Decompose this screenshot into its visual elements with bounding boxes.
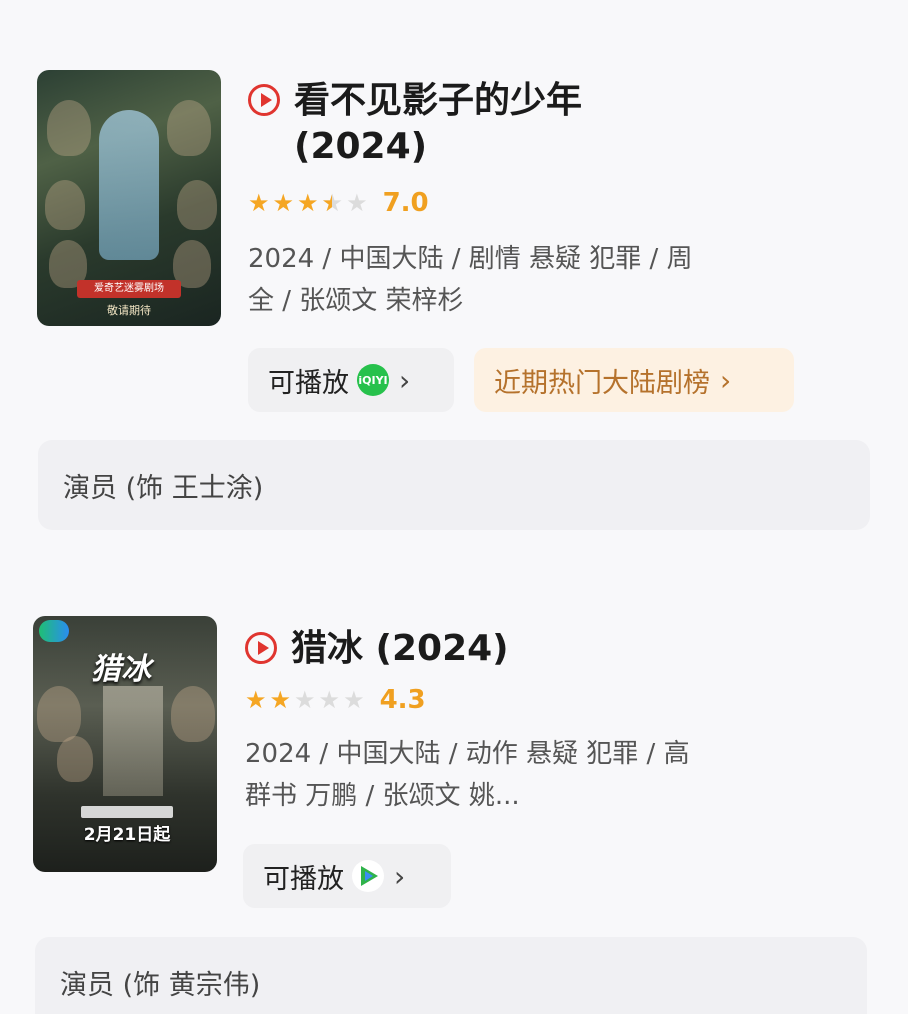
poster-title: 猎冰 bbox=[91, 652, 151, 687]
chevron-right-icon: › bbox=[720, 363, 732, 397]
star-empty-icon: ★ bbox=[343, 686, 365, 714]
playable-label: 可播放 bbox=[268, 367, 349, 399]
poster-figure bbox=[57, 736, 93, 782]
star-empty-icon: ★ bbox=[294, 686, 316, 714]
result-card[interactable]: 猎冰 2月21日起 猎冰 (2024) ★ ★ ★ ★ ★ 4.3 2024 /… bbox=[0, 560, 908, 1014]
item-meta: 2024 / 中国大陆 / 剧情 悬疑 犯罪 / 周全 / 张颂文 荣梓杉 bbox=[248, 244, 693, 316]
poster-silhouette bbox=[99, 110, 159, 260]
poster-banner: 爱奇艺迷雾剧场 bbox=[77, 280, 181, 298]
title-row[interactable]: 看不见影子的少年 (2024) bbox=[248, 78, 688, 170]
poster-image[interactable]: 爱奇艺迷雾剧场 敬请期待 bbox=[37, 70, 221, 326]
iqiyi-icon: iQIYI bbox=[357, 364, 389, 396]
ranking-button[interactable]: 近期热门大陆剧榜 › bbox=[474, 348, 794, 412]
play-circle-icon bbox=[248, 84, 280, 116]
star-empty-icon: ★ bbox=[346, 189, 368, 217]
search-results: 爱奇艺迷雾剧场 敬请期待 看不见影子的少年 (2024) ★ ★ ★ ★ ★ 7… bbox=[0, 0, 908, 1014]
star-icon: ★ bbox=[272, 189, 295, 217]
result-card[interactable]: 爱奇艺迷雾剧场 敬请期待 看不见影子的少年 (2024) ★ ★ ★ ★ ★ 7… bbox=[0, 0, 908, 560]
poster-image[interactable]: 猎冰 2月21日起 bbox=[33, 616, 217, 872]
title-row[interactable]: 猎冰 (2024) bbox=[245, 626, 685, 672]
chevron-right-icon: › bbox=[399, 363, 411, 397]
star-empty-icon: ★ bbox=[318, 686, 341, 714]
chevron-right-icon: › bbox=[394, 859, 406, 893]
poster-building bbox=[103, 686, 163, 796]
rating-score: 7.0 bbox=[382, 188, 429, 218]
role-text: 演员 (饰 王士涂) bbox=[63, 472, 264, 504]
playable-button[interactable]: 可播放 iQIYI › bbox=[248, 348, 454, 412]
item-meta: 2024 / 中国大陆 / 动作 悬疑 犯罪 / 高群书 万鹏 / 张颂文 姚.… bbox=[245, 739, 690, 811]
item-title[interactable]: 猎冰 (2024) bbox=[291, 626, 509, 672]
poster-date: 2月21日起 bbox=[83, 825, 171, 845]
playable-button[interactable]: 可播放 › bbox=[243, 844, 451, 908]
poster-figure bbox=[45, 180, 85, 230]
role-text: 演员 (饰 黄宗伟) bbox=[60, 969, 261, 1001]
star-icon: ★ bbox=[248, 189, 270, 217]
rating-row: ★ ★ ★ ★ ★ 7.0 bbox=[248, 188, 429, 218]
poster-figure bbox=[177, 180, 217, 230]
poster-figure bbox=[167, 100, 211, 156]
play-circle-icon bbox=[245, 632, 277, 664]
star-icon: ★ bbox=[269, 686, 292, 714]
poster-figure bbox=[37, 686, 81, 742]
poster-figure bbox=[171, 686, 215, 742]
ranking-label: 近期热门大陆剧榜 bbox=[494, 367, 710, 399]
item-title[interactable]: 看不见影子的少年 (2024) bbox=[294, 78, 674, 170]
star-icon: ★ bbox=[297, 189, 319, 217]
star-icon: ★ bbox=[245, 686, 267, 714]
role-box[interactable]: 演员 (饰 王士涂) bbox=[38, 440, 870, 530]
playable-label: 可播放 bbox=[263, 863, 344, 895]
poster-strip bbox=[81, 806, 173, 818]
tencent-video-icon bbox=[352, 860, 384, 892]
rating-row: ★ ★ ★ ★ ★ 4.3 bbox=[245, 685, 426, 715]
poster-figure bbox=[47, 100, 91, 156]
tencent-video-logo-icon bbox=[39, 620, 69, 642]
poster-banner-sub: 敬请期待 bbox=[107, 304, 151, 317]
star-half-icon: ★ bbox=[322, 188, 344, 218]
role-box[interactable]: 演员 (饰 黄宗伟) bbox=[35, 937, 867, 1014]
rating-score: 4.3 bbox=[379, 685, 426, 715]
